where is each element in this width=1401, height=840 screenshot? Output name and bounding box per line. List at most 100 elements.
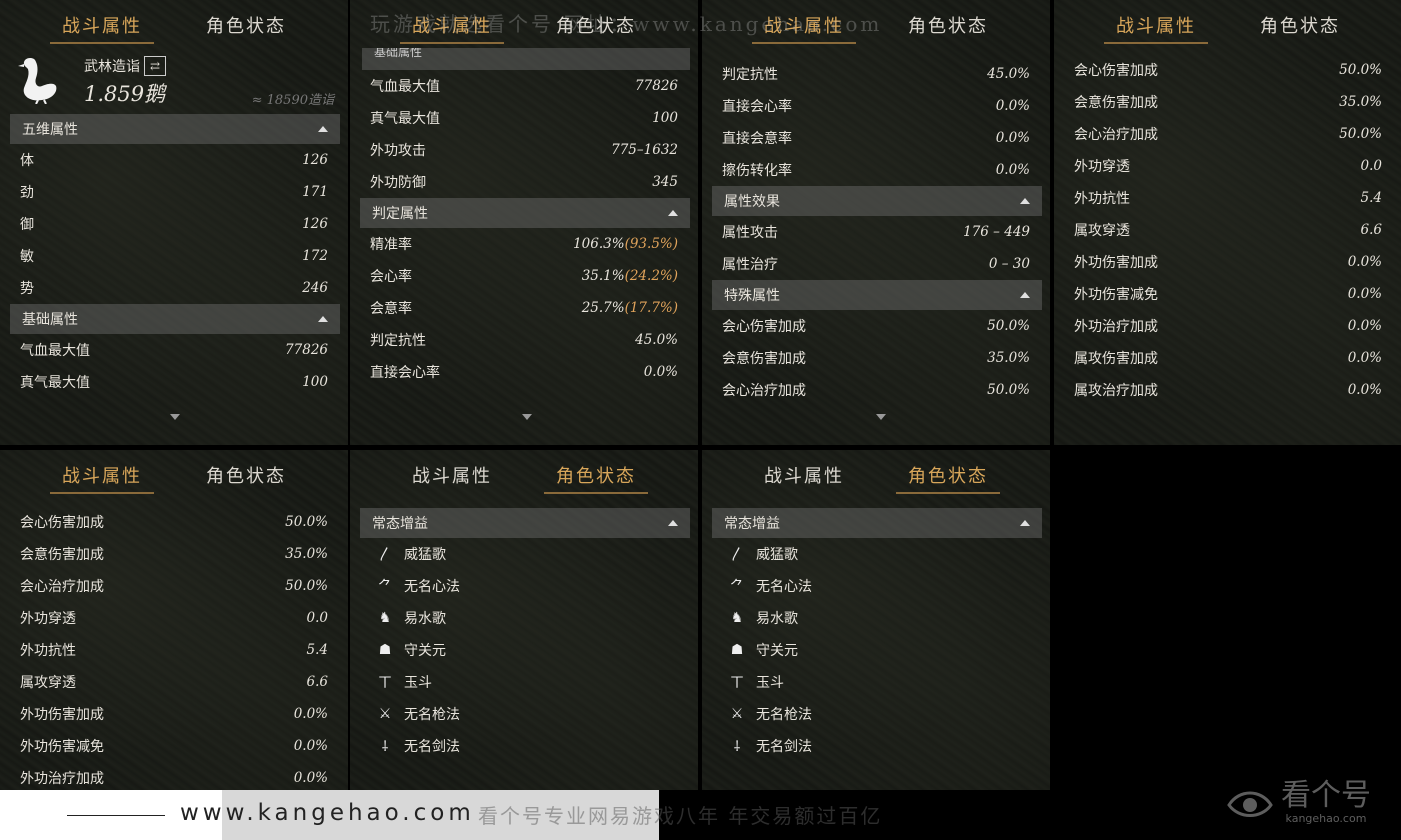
collapse-icon[interactable] [318, 126, 328, 132]
stat-value: 50.0% [285, 578, 328, 594]
tab-status[interactable]: 角色状态 [1248, 12, 1352, 42]
buff-name: 玉斗 [756, 675, 784, 691]
cross-icon: ㄒ [730, 675, 744, 691]
stat-row: 外功抗性 5.4 [1054, 182, 1401, 214]
feather-icon: 〳 [730, 547, 744, 563]
stat-value: 25.7%(17.7%) [582, 300, 678, 316]
sword-icon: ⸸ [381, 738, 389, 755]
scroll-down-icon[interactable] [876, 414, 886, 420]
swap-icon[interactable]: ⇄ [144, 56, 166, 76]
section-buffs[interactable]: 常态增益 [360, 508, 690, 538]
stat-label: 会意伤害加成 [20, 547, 104, 563]
tab-combat[interactable]: 战斗属性 [1104, 12, 1208, 44]
stat-label: 会心伤害加成 [1074, 63, 1158, 79]
buff-item[interactable]: ㄒ玉斗 [702, 666, 1050, 698]
buff-name: 守关元 [756, 643, 798, 659]
stat-value-text: 6.6 [306, 674, 328, 690]
stat-value-text: 0.0% [1347, 286, 1382, 302]
buff-item[interactable]: ♞ 易水歌 [702, 602, 1050, 634]
brand-logo: 看个号 kangehao.com [1225, 780, 1371, 825]
stat-value-text: 0.0% [995, 162, 1030, 178]
buff-item[interactable]: ⸸ 无名剑法 [350, 730, 698, 762]
tab-combat[interactable]: 战斗属性 [50, 12, 154, 44]
buff-name: 无名剑法 [756, 739, 812, 755]
stat-label: 势 [20, 281, 34, 297]
stat-value: 5.4 [307, 642, 328, 658]
tab-status[interactable]: 角色状态 [194, 12, 298, 42]
section-base-partial[interactable]: 基础属性 [362, 48, 690, 70]
scroll-down-icon[interactable] [170, 414, 180, 420]
buff-item[interactable]: ☗ 守关元 [350, 634, 698, 666]
buff-item[interactable]: ☗ 守关元 [702, 634, 1050, 666]
buff-item[interactable]: ⚔ 无名枪法 [350, 698, 698, 730]
stat-value-text: 6.6 [1360, 222, 1382, 238]
stat-label: 劲 [20, 185, 34, 201]
collapse-icon[interactable] [668, 520, 678, 526]
eye-icon [1227, 791, 1273, 817]
stat-value: 0.0% [1348, 318, 1382, 334]
stat-value-text: 5.4 [306, 642, 328, 658]
stat-value: 172 [302, 248, 328, 264]
stat-label: 真气最大值 [20, 375, 90, 391]
buff-item[interactable]: ⚔ 无名枪法 [702, 698, 1050, 730]
buff-item[interactable]: ⺈无名心法 [702, 570, 1050, 602]
section-wuwei[interactable]: 五维属性 [10, 114, 340, 144]
buff-name: 守关元 [404, 643, 446, 659]
buff-item[interactable]: 〳威猛歌 [350, 538, 698, 570]
tab-combat[interactable]: 战斗属性 [50, 462, 154, 494]
horse-icon: ♞ [378, 610, 392, 626]
stat-value: 50.0% [1339, 62, 1382, 78]
stat-row: 属攻治疗加成 0.0% [1054, 374, 1401, 406]
tab-status[interactable]: 角色状态 [194, 462, 298, 492]
tab-combat[interactable]: 战斗属性 [752, 12, 856, 44]
stat-row: 直接会心率 0.0% [702, 90, 1050, 122]
brand-domain: kangehao.com [1285, 812, 1367, 825]
tab-combat[interactable]: 战斗属性 [400, 12, 504, 44]
stat-label: 会意伤害加成 [722, 351, 806, 367]
stat-row: 外功伤害减免 0.0% [0, 730, 348, 762]
buff-item[interactable]: ㄒ玉斗 [350, 666, 698, 698]
stat-row: 敏 172 [0, 240, 348, 272]
tab-status[interactable]: 角色状态 [896, 12, 1000, 42]
stat-label: 会意伤害加成 [1074, 95, 1158, 111]
stat-label: 外功治疗加成 [1074, 319, 1158, 335]
collapse-icon[interactable] [1020, 520, 1030, 526]
stat-label: 外功伤害加成 [1074, 255, 1158, 271]
stat-value: 0.0% [1348, 286, 1382, 302]
footer-url[interactable]: www.kangehao.com [180, 800, 475, 826]
buff-item[interactable]: 〳威猛歌 [702, 538, 1050, 570]
buff-name: 威猛歌 [404, 547, 446, 563]
collapse-icon[interactable] [318, 316, 328, 322]
buff-item[interactable]: ⺈无名心法 [350, 570, 698, 602]
tab-status[interactable]: 角色状态 [544, 462, 648, 494]
section-special[interactable]: 特殊属性 [712, 280, 1042, 310]
stat-value: 126 [302, 152, 328, 168]
scroll-down-icon[interactable] [522, 414, 532, 420]
tab-combat[interactable]: 战斗属性 [400, 462, 504, 492]
brand-name: 看个号 [1281, 778, 1371, 813]
buff-item[interactable]: ♞ 易水歌 [350, 602, 698, 634]
collapse-icon[interactable] [1020, 198, 1030, 204]
tab-status[interactable]: 角色状态 [896, 462, 1000, 494]
sword-icon: ⸸ [733, 738, 741, 755]
section-effect[interactable]: 属性效果 [712, 186, 1042, 216]
stat-value-text: 50.0% [1339, 62, 1382, 78]
tab-combat[interactable]: 战斗属性 [752, 462, 856, 492]
section-judge[interactable]: 判定属性 [360, 198, 690, 228]
collapse-icon[interactable] [1020, 292, 1030, 298]
tab-bar: 战斗属性 角色状态 [350, 0, 698, 48]
stat-row: 外功穿透 0.0 [0, 602, 348, 634]
buff-item[interactable]: ⸸ 无名剑法 [702, 730, 1050, 762]
stat-value-base: (24.2%) [624, 268, 678, 284]
stat-value-text: 100 [302, 374, 328, 390]
collapse-icon[interactable] [668, 210, 678, 216]
stat-label: 判定抗性 [722, 67, 778, 83]
stat-label: 会心治疗加成 [20, 579, 104, 595]
panel-status-1: 战斗属性 角色状态 常态增益 〳威猛歌⺈无名心法 ♞ 易水歌 ☗ 守关元ㄒ玉斗 ⚔ 无名枪法… [350, 450, 698, 790]
tab-status[interactable]: 角色状态 [544, 12, 648, 42]
stat-value-text: 0.0% [293, 770, 328, 786]
stat-value: 35.0% [987, 350, 1030, 366]
stat-value: 35.1%(24.2%) [582, 268, 678, 284]
section-base[interactable]: 基础属性 [10, 304, 340, 334]
section-buffs[interactable]: 常态增益 [712, 508, 1042, 538]
